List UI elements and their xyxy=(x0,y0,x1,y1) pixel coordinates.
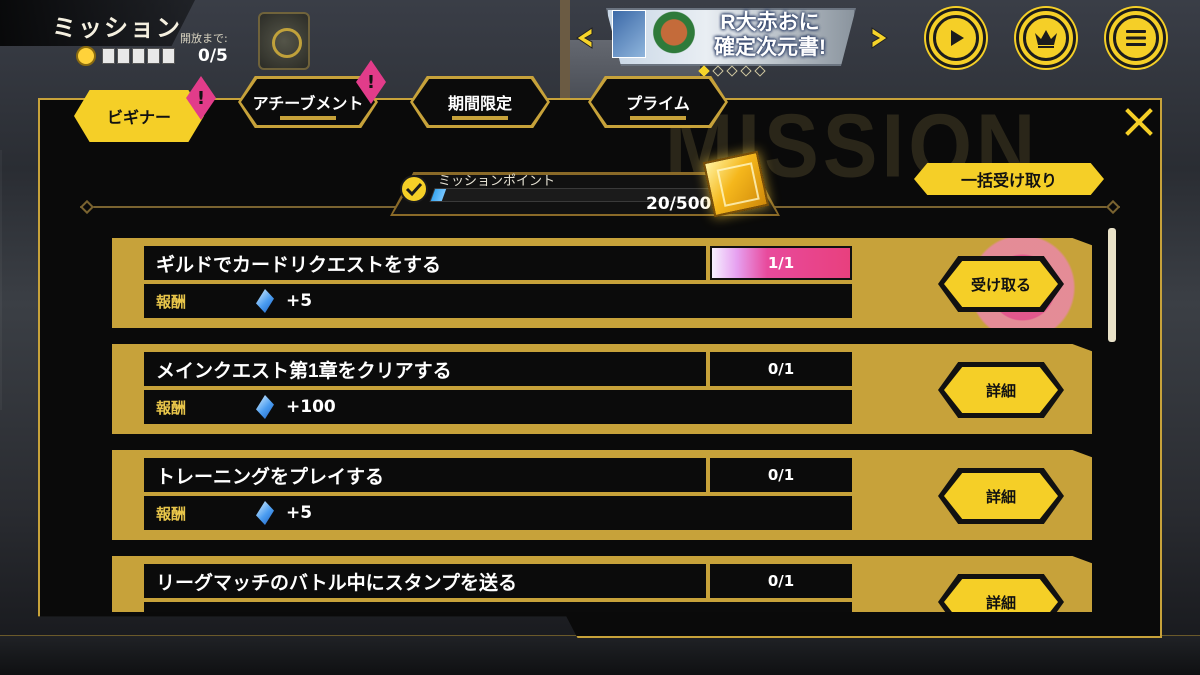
checkmark-icon xyxy=(400,175,428,203)
mission-row: ギルドでカードリクエストをする 1/1 報酬 +5 受け取る xyxy=(112,238,1092,328)
mission-reward: 報酬 +5 xyxy=(144,284,852,318)
close-button[interactable] xyxy=(1120,103,1158,141)
claim-button[interactable]: 受け取る xyxy=(938,256,1064,312)
crown-button[interactable] xyxy=(1016,8,1076,68)
tab-limited-label: 期間限定 xyxy=(447,96,512,113)
reward-value: +100 xyxy=(286,397,336,417)
tab-beginner[interactable]: ビギナー xyxy=(74,90,204,142)
details-button[interactable]: 詳細 xyxy=(938,468,1064,524)
coin-icon xyxy=(76,46,96,66)
reward-value: +5 xyxy=(286,503,313,523)
claim-button-label: 受け取る xyxy=(944,261,1058,307)
details-button[interactable]: 詳細 xyxy=(938,574,1064,612)
banner-card-image xyxy=(612,10,646,58)
crown-icon xyxy=(1023,15,1069,61)
banner-pagination xyxy=(698,65,766,77)
mission-title: メインクエスト第1章をクリアする xyxy=(144,352,706,386)
tab-achievement-label: アチーブメント xyxy=(252,96,364,113)
mission-points-value: 20/500 xyxy=(646,194,712,214)
page-title: ミッション xyxy=(52,15,182,42)
reward-book-icon[interactable] xyxy=(702,150,770,218)
banner-text-line2: 確定次元書! xyxy=(714,36,826,59)
gem-icon xyxy=(256,395,274,419)
mission-row: リーグマッチのバトル中にスタンプを送る 0/1 報酬 詳細 xyxy=(112,556,1092,612)
mission-title: リーグマッチのバトル中にスタンプを送る xyxy=(144,564,706,598)
mission-reward: 報酬 +100 xyxy=(144,390,852,424)
gem-icon xyxy=(256,289,274,313)
play-icon xyxy=(933,15,979,61)
unlock-progress-segment xyxy=(147,48,160,64)
reward-label: 報酬 xyxy=(156,505,187,523)
unlock-progress-segment xyxy=(162,48,175,64)
unlock-progress-segment xyxy=(102,48,115,64)
banner-pagination-dot[interactable] xyxy=(740,65,752,77)
unlock-count: 0/5 xyxy=(198,46,228,66)
tab-limited[interactable]: 期間限定 xyxy=(410,76,550,128)
tab-achievement[interactable]: アチーブメント xyxy=(238,76,378,128)
mission-progress: 0/1 xyxy=(710,458,852,492)
reward-label: 報酬 xyxy=(156,293,187,311)
mission-title: ギルドでカードリクエストをする xyxy=(144,246,706,280)
background-bottom-bar xyxy=(0,635,1200,675)
menu-button[interactable] xyxy=(1106,8,1166,68)
details-button[interactable]: 詳細 xyxy=(938,362,1064,418)
mission-progress: 1/1 xyxy=(710,246,852,280)
mission-progress: 0/1 xyxy=(710,564,852,598)
chevron-right-icon[interactable] xyxy=(866,25,892,58)
tab-prime-label: プライム xyxy=(626,96,690,113)
banner-text-line1: R大赤おに xyxy=(720,11,820,34)
reward-label: 報酬 xyxy=(156,399,187,417)
hamburger-menu-icon xyxy=(1113,15,1159,61)
unlock-progress-segment xyxy=(117,48,130,64)
unlock-progress-bar xyxy=(102,48,175,64)
gem-icon xyxy=(256,501,274,525)
banner-text: R大赤おに 確定次元書! xyxy=(695,10,845,60)
mission-row: トレーニングをプレイする 0/1 報酬 +5 詳細 xyxy=(112,450,1092,540)
mission-list[interactable]: ギルドでカードリクエストをする 1/1 報酬 +5 受け取る メインクエスト第1… xyxy=(112,238,1118,612)
reward-label: 報酬 xyxy=(156,609,256,613)
tab-prime[interactable]: プライム xyxy=(588,76,728,128)
claim-all-button[interactable]: 一括受け取り xyxy=(914,163,1104,195)
play-button[interactable] xyxy=(926,8,986,68)
unlock-progress xyxy=(76,46,175,66)
banner-pagination-dot[interactable] xyxy=(754,65,766,77)
mission-points-label: ミッションポイント xyxy=(438,174,556,189)
emblem-icon[interactable] xyxy=(258,12,310,70)
details-button-label: 詳細 xyxy=(944,579,1058,612)
banner-pagination-dot[interactable] xyxy=(726,65,738,77)
mission-progress: 0/1 xyxy=(710,352,852,386)
mission-row: メインクエスト第1章をクリアする 0/1 報酬 +100 詳細 xyxy=(112,344,1092,434)
banner-character-image xyxy=(648,10,700,66)
banner-pagination-dot[interactable] xyxy=(712,65,724,77)
mission-reward: 報酬 xyxy=(144,602,852,612)
details-button-label: 詳細 xyxy=(944,473,1058,519)
banner-pagination-dot[interactable] xyxy=(698,65,710,77)
reward-value: +5 xyxy=(286,291,313,311)
unlock-progress-segment xyxy=(132,48,145,64)
unlock-label: 開放まで: xyxy=(180,32,228,45)
mission-reward: 報酬 +5 xyxy=(144,496,852,530)
mission-points-bar-fill xyxy=(430,189,447,201)
mission-list-scrollbar[interactable] xyxy=(1108,228,1116,342)
tab-beginner-label: ビギナー xyxy=(106,110,171,127)
close-icon xyxy=(1125,108,1153,136)
mission-title: トレーニングをプレイする xyxy=(144,458,706,492)
details-button-label: 詳細 xyxy=(944,367,1058,413)
chevron-left-icon[interactable] xyxy=(572,25,598,58)
